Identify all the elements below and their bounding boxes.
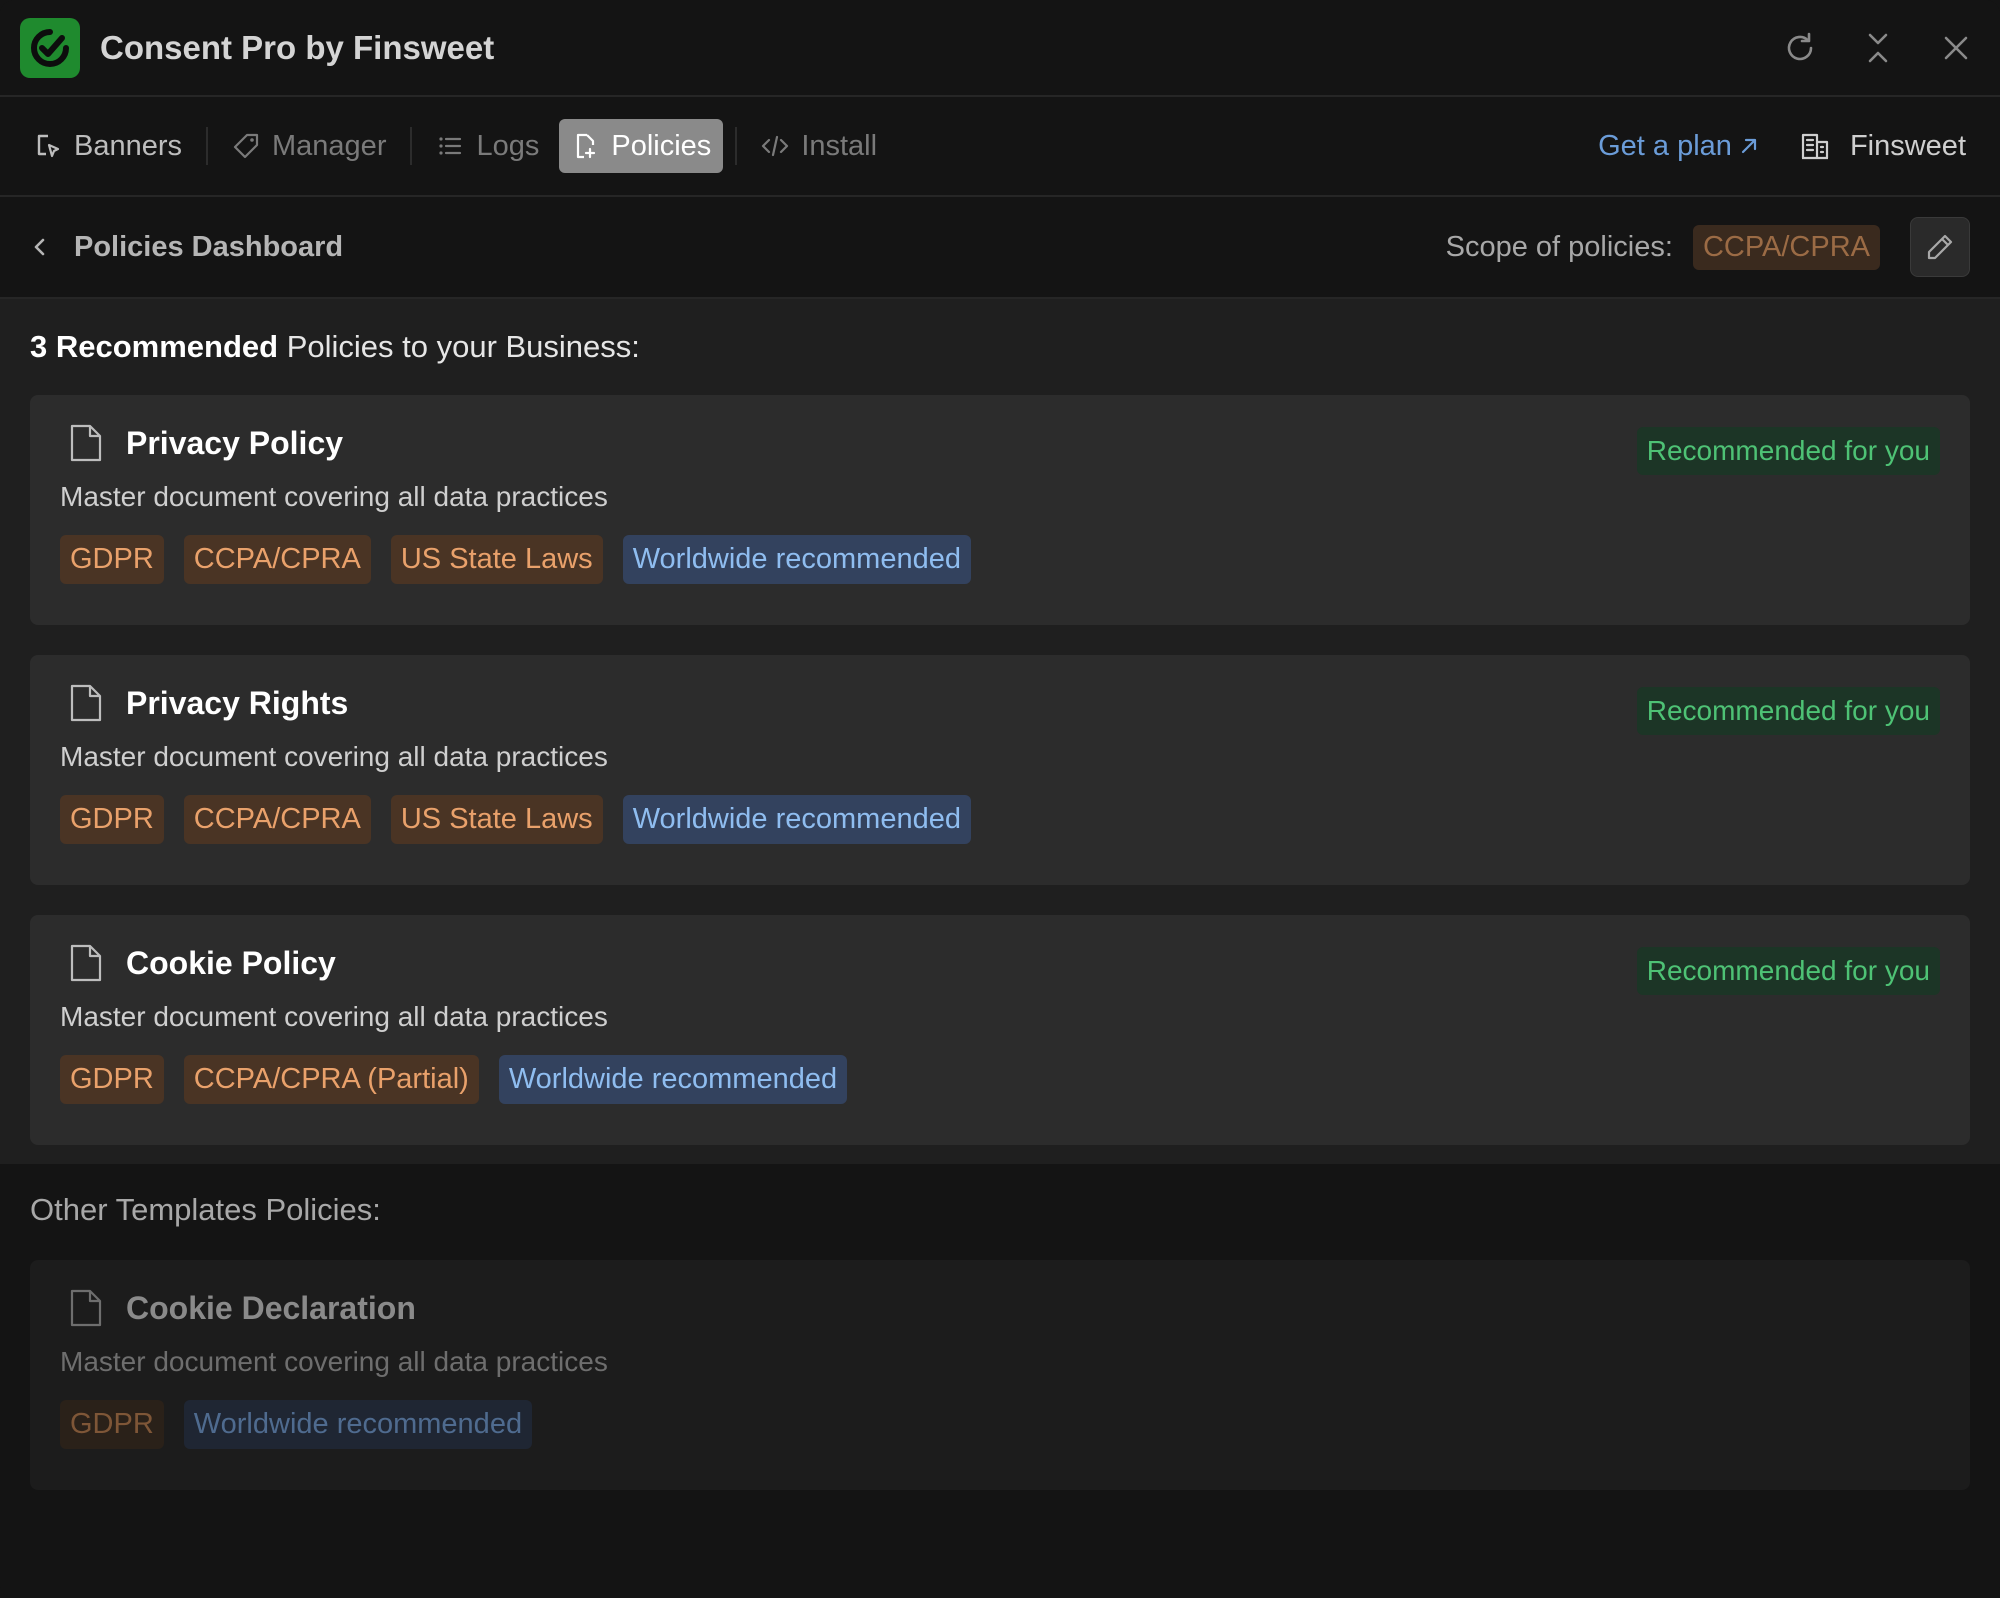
scope-label: Scope of policies: — [1445, 230, 1673, 263]
window-controls — [1782, 30, 1980, 66]
recommended-badge: Recommended for you — [1636, 687, 1940, 735]
refresh-icon — [1787, 32, 1813, 60]
list-icon — [439, 137, 462, 155]
close-icon — [1944, 36, 1968, 59]
tag-worldwide: Worldwide recommended — [622, 795, 971, 844]
nav-divider — [206, 127, 209, 165]
chevron-left-icon — [34, 238, 45, 256]
recommended-section: 3 Recommended Policies to your Business:… — [0, 299, 2000, 1164]
document-icon — [70, 1289, 102, 1327]
policy-card-privacy-rights[interactable]: Privacy Rights Recommended for you Maste… — [30, 655, 1970, 885]
tab-manager[interactable]: Manager — [220, 119, 398, 173]
policy-card-cookie-declaration[interactable]: Cookie Declaration Master document cover… — [30, 1260, 1970, 1490]
tag-gdpr: GDPR — [60, 535, 164, 584]
nav-right: Get a plan Finsweet — [1598, 130, 1978, 163]
tag-worldwide: Worldwide recommended — [622, 535, 971, 584]
arrow-up-right-icon — [1741, 138, 1757, 154]
building-icon — [1801, 133, 1829, 160]
card-description: Master document covering all data practi… — [60, 1346, 608, 1377]
collapse-icon — [1868, 33, 1888, 62]
tag-us-state-laws: US State Laws — [390, 535, 603, 584]
recommended-count: 3 Recommended — [30, 329, 279, 364]
document-icon — [70, 684, 102, 722]
workspace-name: Finsweet — [1849, 129, 1966, 162]
title-bar: Consent Pro by Finsweet — [0, 0, 2000, 97]
tab-manager-label: Manager — [272, 129, 387, 162]
tag-us-state-laws: US State Laws — [390, 795, 603, 844]
card-header: Cookie Declaration — [60, 1288, 1940, 1328]
tag-list: GDPR CCPA/CPRA US State Laws Worldwide r… — [60, 535, 1940, 584]
app-title: Consent Pro by Finsweet — [100, 28, 495, 66]
get-plan-label: Get a plan — [1598, 129, 1732, 162]
tag-icon — [233, 133, 259, 159]
tag-ccpa-cpra: CCPA/CPRA — [183, 535, 371, 584]
main-nav: Banners Manager Logs Policies Install Ge… — [0, 97, 2000, 197]
get-plan-link[interactable]: Get a plan — [1598, 130, 1760, 163]
refresh-button[interactable] — [1782, 30, 1818, 66]
nav-divider — [410, 127, 413, 165]
tab-banners-label: Banners — [74, 129, 183, 162]
card-title: Privacy Rights — [126, 684, 349, 721]
back-button[interactable]: Policies Dashboard — [30, 231, 343, 264]
tag-list: GDPR Worldwide recommended — [60, 1400, 1940, 1449]
app-logo — [20, 17, 80, 78]
tag-ccpa-cpra: CCPA/CPRA — [183, 795, 371, 844]
card-title: Cookie Declaration — [126, 1289, 416, 1326]
tab-logs-label: Logs — [476, 129, 540, 162]
recommended-badge: Recommended for you — [1636, 427, 1940, 475]
policy-scope: Scope of policies: CCPA/CPRA — [1446, 217, 1970, 277]
tab-install-label: Install — [801, 129, 878, 162]
other-templates-section: Other Templates Policies: Cookie Declara… — [0, 1164, 2000, 1490]
recommended-badge: Recommended for you — [1636, 947, 1940, 995]
card-title: Cookie Policy — [126, 944, 336, 981]
document-icon — [70, 424, 102, 462]
page-title: Policies Dashboard — [74, 230, 344, 263]
tag-gdpr: GDPR — [60, 1055, 164, 1104]
card-title: Privacy Policy — [126, 424, 344, 461]
policy-card-cookie-policy[interactable]: Cookie Policy Recommended for you Master… — [30, 915, 1970, 1145]
tag-list: GDPR CCPA/CPRA (Partial) Worldwide recom… — [60, 1055, 1940, 1104]
tab-banners[interactable]: Banners — [22, 119, 194, 173]
tag-ccpa-cpra-partial: CCPA/CPRA (Partial) — [183, 1055, 479, 1104]
tag-worldwide: Worldwide recommended — [183, 1400, 533, 1449]
collapse-button[interactable] — [1860, 30, 1896, 66]
check-logo-icon — [31, 28, 69, 67]
app-window: Consent Pro by Finsweet Banners Manager … — [0, 0, 2000, 1598]
pencil-icon — [1927, 234, 1953, 260]
document-plus-icon — [577, 133, 596, 159]
card-description: Master document covering all data practi… — [60, 1001, 608, 1032]
tab-logs[interactable]: Logs — [424, 119, 551, 173]
tab-install[interactable]: Install — [749, 119, 889, 173]
card-description: Master document covering all data practi… — [60, 481, 608, 512]
tab-policies[interactable]: Policies — [559, 119, 724, 173]
card-description: Master document covering all data practi… — [60, 741, 608, 772]
banner-cursor-icon — [37, 134, 60, 158]
tag-worldwide: Worldwide recommended — [498, 1055, 848, 1104]
document-icon — [70, 944, 102, 982]
close-button[interactable] — [1938, 30, 1974, 66]
workspace-switcher[interactable]: Finsweet — [1800, 130, 1966, 163]
nav-divider — [735, 127, 738, 165]
code-icon — [762, 135, 789, 157]
tag-list: GDPR CCPA/CPRA US State Laws Worldwide r… — [60, 795, 1940, 844]
recommended-heading: 3 Recommended Policies to your Business: — [30, 329, 1970, 365]
tab-policies-label: Policies — [611, 129, 712, 162]
edit-scope-button[interactable] — [1910, 217, 1970, 277]
tag-gdpr: GDPR — [60, 1400, 164, 1449]
tag-gdpr: GDPR — [60, 795, 164, 844]
recommended-heading-text: Policies to your Business: — [278, 329, 640, 364]
other-heading: Other Templates Policies: — [30, 1192, 381, 1227]
page-header: Policies Dashboard Scope of policies: CC… — [0, 197, 2000, 299]
scope-badge: CCPA/CPRA — [1692, 224, 1880, 270]
policy-card-privacy-policy[interactable]: Privacy Policy Recommended for you Maste… — [30, 395, 1970, 625]
